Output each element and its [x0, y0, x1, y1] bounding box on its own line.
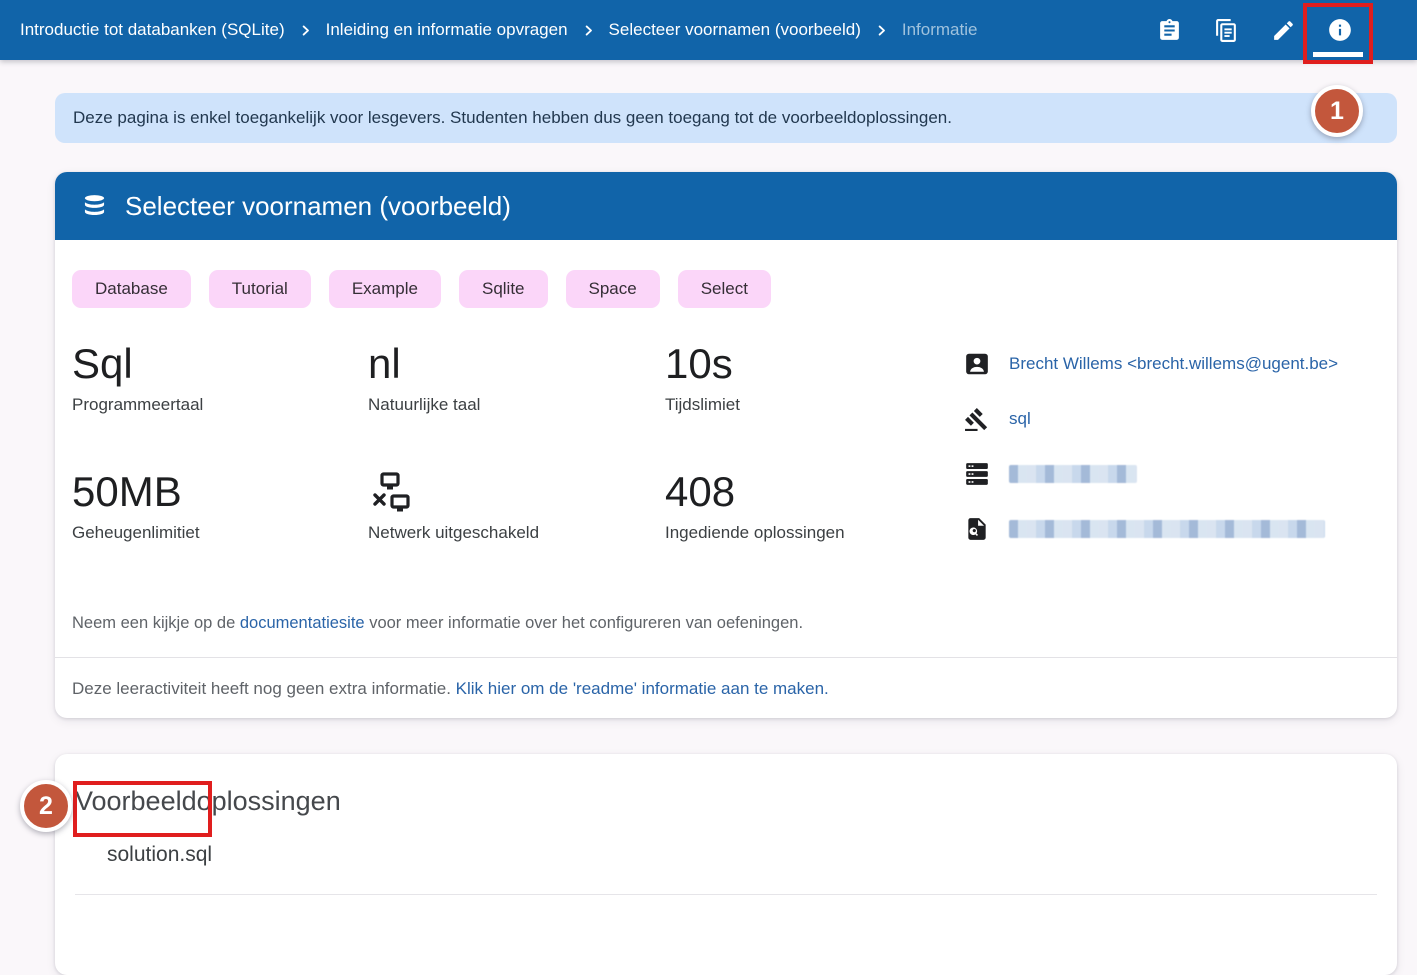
document-search-icon: [963, 516, 990, 543]
docs-note-text: voor meer informatie over het configurer…: [365, 614, 803, 632]
readme-note-text: Deze leeractiviteit heeft nog geen extra…: [72, 679, 456, 698]
stat-programming-language: Sql Programmeertaal: [72, 343, 368, 441]
meta-path-row: [963, 515, 1338, 543]
meta-repository-row: [963, 460, 1338, 488]
solution-file-link[interactable]: solution.sql: [107, 843, 212, 866]
stat-value: nl: [368, 343, 665, 386]
label-chip[interactable]: Tutorial: [209, 270, 311, 308]
chevron-right-icon: [581, 23, 596, 38]
meta-judge-row: sql: [963, 405, 1338, 433]
exercise-title: Selecteer voornamen (voorbeeld): [125, 191, 511, 222]
copy-pages-icon[interactable]: [1213, 17, 1239, 43]
breadcrumb-course-link[interactable]: Introductie tot databanken (SQLite): [20, 20, 285, 40]
server-stack-icon: [963, 461, 990, 488]
breadcrumb-current-info: Informatie: [902, 20, 978, 40]
clipboard-icon[interactable]: [1156, 17, 1182, 43]
solutions-divider: [75, 894, 1377, 895]
stat-label: Geheugenlimitiet: [72, 523, 368, 543]
top-navbar: Introductie tot databanken (SQLite) Inle…: [0, 0, 1417, 60]
redacted-repository-name: [1009, 465, 1137, 483]
documentation-site-link[interactable]: documentatiesite: [240, 614, 365, 632]
active-tab-underline: [1313, 52, 1363, 57]
stat-value: 10s: [665, 343, 955, 386]
contact-person-icon: [963, 351, 990, 378]
label-chip[interactable]: Space: [566, 270, 660, 308]
create-readme-link[interactable]: Klik hier om de 'readme' informatie aan …: [456, 679, 829, 698]
network-disabled-icon: [368, 471, 665, 516]
exercise-labels: Database Tutorial Example Sqlite Space S…: [55, 240, 1397, 308]
stat-label: Ingediende oplossingen: [665, 523, 955, 543]
stat-label: Tijdslimiet: [665, 395, 955, 415]
breadcrumb-series-link[interactable]: Inleiding en informatie opvragen: [326, 20, 568, 40]
exercise-meta: Brecht Willems <brecht.willems@ugent.be>…: [963, 343, 1338, 570]
exercise-card-header: Selecteer voornamen (voorbeeld): [55, 172, 1397, 240]
navbar-actions: [1156, 17, 1417, 43]
stat-submissions: 408 Ingediende oplossingen: [665, 471, 955, 570]
label-chip[interactable]: Example: [329, 270, 441, 308]
alert-text: Deze pagina is enkel toegankelijk voor l…: [73, 108, 952, 128]
documentation-note: Neem een kijkje op de documentatiesite v…: [55, 570, 1397, 633]
example-solutions-card: Voorbeeldoplossingen solution.sql: [55, 754, 1397, 975]
pencil-edit-icon[interactable]: [1270, 17, 1296, 43]
exercise-stats: Sql Programmeertaal nl Natuurlijke taal …: [72, 343, 955, 570]
stat-value: 408: [665, 471, 955, 514]
database-icon: [81, 193, 108, 220]
stat-value: Sql: [72, 343, 368, 386]
label-chip[interactable]: Database: [72, 270, 191, 308]
chevron-right-icon: [298, 23, 313, 38]
info-icon[interactable]: [1327, 17, 1353, 43]
docs-note-text: Neem een kijkje op de: [72, 614, 240, 632]
breadcrumb: Introductie tot databanken (SQLite) Inle…: [20, 20, 977, 40]
stat-value: 50MB: [72, 471, 368, 514]
meta-contact-row: Brecht Willems <brecht.willems@ugent.be>: [963, 350, 1338, 378]
solution-file-row: solution.sql: [75, 843, 1377, 867]
stat-label: Netwerk uitgeschakeld: [368, 523, 665, 543]
stat-label: Programmeertaal: [72, 395, 368, 415]
exercise-info-card: Selecteer voornamen (voorbeeld) Database…: [55, 172, 1397, 718]
breadcrumb-exercise-link[interactable]: Selecteer voornamen (voorbeeld): [609, 20, 861, 40]
stat-natural-language: nl Natuurlijke taal: [368, 343, 665, 441]
chevron-right-icon: [874, 23, 889, 38]
teacher-only-alert: Deze pagina is enkel toegankelijk voor l…: [55, 93, 1397, 143]
stat-time-limit: 10s Tijdslimiet: [665, 343, 955, 441]
stat-memory-limit: 50MB Geheugenlimitiet: [72, 471, 368, 570]
solutions-title: Voorbeeldoplossingen: [75, 786, 1377, 817]
readme-note: Deze leeractiviteit heeft nog geen extra…: [55, 658, 1397, 718]
label-chip[interactable]: Select: [678, 270, 771, 308]
stat-label: Natuurlijke taal: [368, 395, 665, 415]
contact-email-link[interactable]: Brecht Willems <brecht.willems@ugent.be>: [1009, 354, 1338, 374]
label-chip[interactable]: Sqlite: [459, 270, 548, 308]
gavel-icon: [963, 406, 990, 433]
stat-network-disabled: Netwerk uitgeschakeld: [368, 471, 665, 570]
judge-link[interactable]: sql: [1009, 409, 1031, 429]
redacted-exercise-path: [1009, 520, 1325, 538]
